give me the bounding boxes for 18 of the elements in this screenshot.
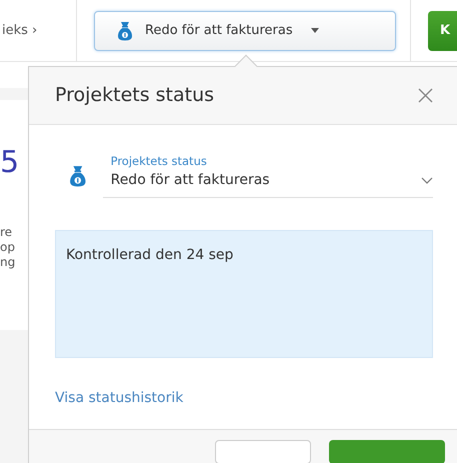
status-select[interactable]: Projektets status Redo för att faktureras bbox=[102, 153, 433, 198]
action-button[interactable]: K bbox=[428, 10, 457, 50]
money-bag-icon bbox=[117, 20, 133, 40]
money-bag-icon bbox=[69, 164, 87, 187]
status-history-link[interactable]: Visa statushistorik bbox=[55, 388, 184, 410]
close-icon[interactable] bbox=[418, 88, 433, 103]
popover-title: Projektets status bbox=[55, 83, 214, 108]
breadcrumb-text[interactable]: ieks › bbox=[0, 20, 76, 40]
status-dropdown-button[interactable]: Redo för att faktureras bbox=[94, 10, 396, 50]
note-textarea[interactable]: Kontrollerad den 24 sep bbox=[55, 230, 433, 358]
caret-icon bbox=[310, 28, 319, 33]
confirm-button[interactable] bbox=[329, 440, 445, 463]
side-text: ng bbox=[0, 255, 16, 270]
side-text: re bbox=[0, 225, 14, 240]
cancel-button[interactable] bbox=[215, 440, 311, 463]
chevron-down-icon bbox=[421, 177, 433, 184]
side-text: op bbox=[0, 240, 16, 255]
progress-number: 5 bbox=[0, 148, 20, 178]
